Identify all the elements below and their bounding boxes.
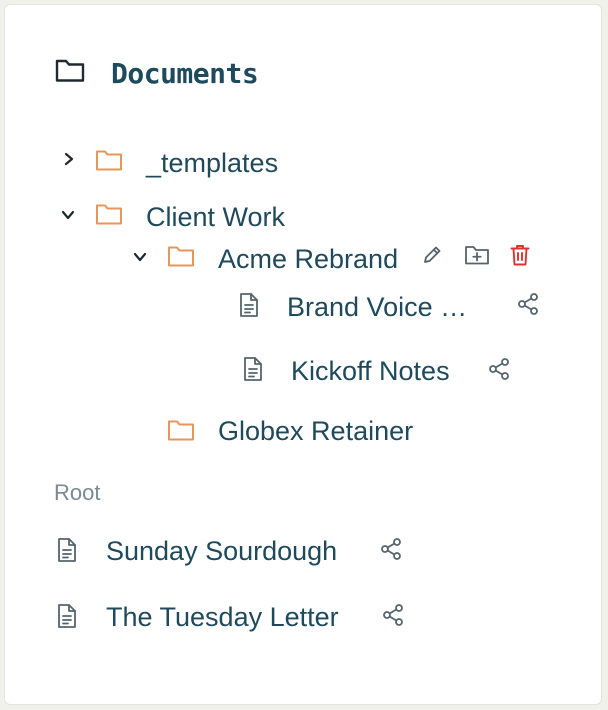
tree-item-label: Brand Voice Guidelines <box>287 294 483 321</box>
documents-panel: Documents _templates Client Work Acme Re… <box>4 4 602 705</box>
chevron-down-icon[interactable] <box>132 249 148 265</box>
document-icon <box>238 292 260 318</box>
chevron-down-icon[interactable] <box>60 207 76 223</box>
folder-plus-icon[interactable] <box>464 244 490 266</box>
root-item-label: Sunday Sourdough <box>106 536 338 566</box>
tree-item-label: Acme Rebrand <box>218 244 399 274</box>
folder-icon <box>95 202 123 226</box>
tree-item-label: _templates <box>146 148 279 178</box>
root-item-label: The Tuesday Letter <box>106 602 339 632</box>
trash-icon[interactable] <box>509 243 531 267</box>
share-icon[interactable] <box>379 537 403 561</box>
share-icon[interactable] <box>381 603 405 627</box>
document-icon <box>56 603 78 629</box>
share-icon[interactable] <box>487 357 511 381</box>
chevron-right-icon[interactable] <box>61 151 77 167</box>
pencil-icon[interactable] <box>421 244 443 266</box>
section-label-root: Root <box>54 480 101 505</box>
tree-item-label: Globex Retainer <box>218 416 414 446</box>
folder-icon <box>167 244 195 268</box>
folder-outline-icon <box>55 57 85 83</box>
tree-item-label: Client Work <box>146 202 286 232</box>
tree-item-label: Kickoff Notes <box>291 356 450 386</box>
document-icon <box>56 537 78 563</box>
folder-icon <box>95 148 123 172</box>
document-icon <box>242 356 264 382</box>
folder-icon <box>167 418 195 442</box>
page-title: Documents <box>111 57 259 90</box>
share-icon[interactable] <box>516 292 540 316</box>
